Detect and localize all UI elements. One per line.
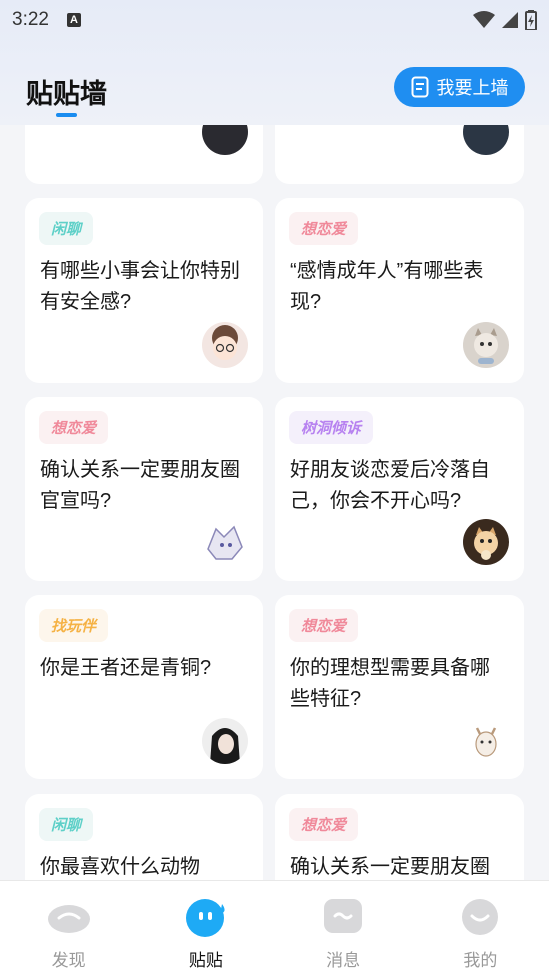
post-text: 你最喜欢什么动物 <box>40 856 200 878</box>
anime-avatar[interactable] <box>202 519 248 565</box>
status-bar: 3:22 A <box>0 0 549 40</box>
post-feed[interactable]: 闲聊 有哪些小事会让你特别有安全感? 想恋爱 “感情成年人”有哪些表现? 想恋爱… <box>0 125 549 880</box>
post-text: 你的理想型需要具备哪些特征? <box>290 657 490 710</box>
topic-tag[interactable]: 想恋爱 <box>39 411 109 444</box>
header: 贴贴墙 我要上墙 <box>0 60 549 124</box>
message-icon <box>324 899 363 933</box>
boy-glasses-avatar[interactable] <box>202 322 248 368</box>
kitten-avatar[interactable] <box>463 519 509 565</box>
goat-avatar[interactable] <box>463 718 509 764</box>
post-card[interactable]: 闲聊 你最喜欢什么动物 <box>25 794 263 880</box>
nav-item-profile[interactable]: 我的 <box>412 881 549 976</box>
nav-item-messages[interactable]: 消息 <box>275 881 412 976</box>
nav-label: 发现 <box>51 951 86 970</box>
topic-tag[interactable]: 闲聊 <box>39 212 94 245</box>
bottom-navigation: 发现 贴贴 消息 我的 <box>0 880 549 976</box>
post-card[interactable]: 找玩伴 你是王者还是青铜? <box>25 595 263 779</box>
post-card[interactable]: 树洞倾诉 好朋友谈恋爱后冷落自己，你会不开心吗? <box>275 397 524 581</box>
post-card[interactable]: 想恋爱 确认关系一定要朋友圈 <box>275 794 524 880</box>
post-card[interactable]: 闲聊 有哪些小事会让你特别有安全感? <box>25 198 263 383</box>
nav-label: 消息 <box>326 951 361 970</box>
post-on-wall-button[interactable]: 我要上墙 <box>394 67 525 107</box>
cellular-icon <box>502 12 518 28</box>
post-card[interactable]: 想恋爱 你的理想型需要具备哪些特征? <box>275 595 524 779</box>
post-text: “感情成年人”有哪些表现? <box>290 260 484 313</box>
nav-item-tietie[interactable]: 贴贴 <box>137 881 274 976</box>
topic-tag[interactable]: 想恋爱 <box>289 808 359 841</box>
profile-icon <box>462 899 499 935</box>
post-text: 确认关系一定要朋友圈官宣吗? <box>40 459 240 512</box>
topic-tag[interactable]: 想恋爱 <box>289 609 359 642</box>
topic-tag[interactable]: 想恋爱 <box>289 212 359 245</box>
post-card[interactable] <box>275 125 524 184</box>
notification-a-icon: A <box>66 13 81 27</box>
cat-avatar[interactable] <box>463 322 509 368</box>
post-card[interactable]: 想恋爱 确认关系一定要朋友圈官宣吗? <box>25 397 263 581</box>
post-text: 有哪些小事会让你特别有安全感? <box>40 260 240 313</box>
title-underline <box>56 113 77 117</box>
post-button-label: 我要上墙 <box>436 78 509 98</box>
discover-icon <box>47 905 90 933</box>
nav-item-discover[interactable]: 发现 <box>0 881 137 976</box>
topic-tag[interactable]: 找玩伴 <box>39 609 109 642</box>
nav-label: 我的 <box>463 951 498 970</box>
battery-icon <box>525 10 537 30</box>
status-time: 3:22 <box>12 9 49 30</box>
post-card[interactable]: 想恋爱 “感情成年人”有哪些表现? <box>275 198 524 383</box>
topic-tag[interactable]: 树洞倾诉 <box>289 411 374 444</box>
tietie-icon <box>185 899 225 937</box>
avatar[interactable] <box>202 125 248 155</box>
note-icon <box>411 76 428 98</box>
topic-tag[interactable]: 闲聊 <box>39 808 94 841</box>
post-text: 好朋友谈恋爱后冷落自己，你会不开心吗? <box>290 459 490 512</box>
avatar[interactable] <box>463 125 509 155</box>
girl-avatar[interactable] <box>202 718 248 764</box>
post-text: 确认关系一定要朋友圈 <box>290 856 490 878</box>
nav-label: 贴贴 <box>188 951 223 970</box>
page-title: 贴贴墙 <box>26 79 107 109</box>
post-text: 你是王者还是青铜? <box>40 657 212 679</box>
post-card[interactable] <box>25 125 263 184</box>
wifi-icon <box>473 11 495 28</box>
